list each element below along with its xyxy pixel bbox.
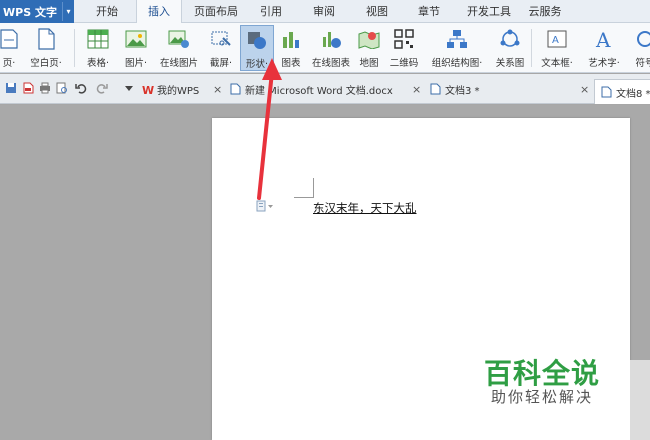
online-picture-label: 在线图片: [159, 58, 198, 69]
picture-icon: [124, 27, 148, 51]
tab-page-layout[interactable]: 页面布局: [188, 0, 244, 23]
screenshot-button[interactable]: 截屏·: [204, 25, 238, 71]
doc-tab-new-word[interactable]: 新建 Microsoft Word 文档.docx: [230, 80, 393, 98]
qr-code-button[interactable]: 二维码: [386, 25, 422, 71]
doc-tab-my-wps[interactable]: W 我的WPS: [142, 80, 199, 98]
export-pdf-icon[interactable]: [22, 82, 34, 94]
symbol-icon: [633, 27, 650, 51]
blank-page-button[interactable]: 空白页·: [24, 25, 68, 71]
blank-page-icon: [34, 27, 58, 51]
ribbon-separator: [74, 29, 75, 67]
screenshot-icon: [209, 27, 233, 51]
tab-review[interactable]: 审阅: [305, 0, 343, 23]
save-icon[interactable]: [5, 82, 17, 94]
shape-icon: [245, 28, 269, 52]
table-button[interactable]: 表格·: [80, 25, 116, 71]
print-icon[interactable]: [39, 82, 51, 94]
tab-insert[interactable]: 插入: [136, 0, 182, 24]
doc-tab-label: 文档3 *: [445, 85, 480, 97]
online-chart-label: 在线图表: [311, 58, 350, 69]
document-tab-bar: W 我的WPS × 新建 Microsoft Word 文档.docx × 文档…: [0, 74, 650, 104]
qr-code-icon: [392, 27, 416, 51]
relation-diagram-icon: [498, 27, 522, 51]
chart-button[interactable]: 图表: [278, 25, 304, 71]
ribbon-insert: 页· 空白页· 表格· 图片· 在线图片 截屏· 形状· 图表 在线图表 地图 …: [0, 23, 650, 73]
word-art-label: 艺术字·: [588, 58, 620, 69]
doc-tab-doc3[interactable]: 文档3 *: [430, 80, 480, 98]
tab-developer-tools[interactable]: 开发工具: [460, 0, 518, 23]
paste-options-icon[interactable]: [256, 200, 274, 212]
ribbon-separator: [531, 29, 532, 67]
svg-text:A: A: [552, 35, 559, 46]
undo-icon[interactable]: [75, 82, 87, 94]
doc-tab-doc8[interactable]: 文档8 *: [594, 79, 650, 104]
map-label: 地图: [359, 58, 379, 69]
menu-bar: WPS 文字 ▾ 开始 插入 页面布局 引用 审阅 视图 章节 开发工具 云服务: [0, 0, 650, 24]
map-icon: [357, 27, 381, 51]
app-menu-button[interactable]: WPS 文字 ▾: [0, 0, 74, 23]
relation-diagram-button[interactable]: 关系图: [492, 25, 528, 71]
redo-icon[interactable]: [96, 82, 108, 94]
close-tab-icon[interactable]: ×: [412, 83, 421, 96]
blank-page-label: 空白页·: [30, 58, 62, 69]
text-box-label: 文本框·: [541, 58, 573, 69]
online-picture-button[interactable]: 在线图片: [156, 25, 202, 71]
table-label: 表格·: [86, 58, 110, 69]
print-preview-icon[interactable]: [56, 82, 68, 94]
org-chart-label: 组织结构图·: [431, 58, 483, 69]
picture-button[interactable]: 图片·: [118, 25, 154, 71]
org-chart-button[interactable]: 组织结构图·: [426, 25, 488, 71]
svg-text:A: A: [595, 28, 611, 50]
tab-view[interactable]: 视图: [358, 0, 396, 23]
document-icon: [601, 86, 612, 98]
tab-chapter[interactable]: 章节: [410, 0, 448, 23]
online-picture-icon: [167, 27, 191, 51]
page-icon: [0, 27, 21, 51]
document-icon: [230, 83, 241, 95]
app-menu-dropdown-icon[interactable]: ▾: [62, 2, 74, 21]
quick-access-dropdown-icon[interactable]: [123, 82, 135, 94]
tab-cloud-service[interactable]: 云服务: [523, 0, 567, 23]
text-box-icon: A: [545, 27, 569, 51]
chart-icon: [279, 27, 303, 51]
relation-diagram-label: 关系图: [495, 58, 525, 69]
document-icon: [430, 83, 441, 95]
document-body-text[interactable]: 东汉末年，天下大乱: [313, 200, 417, 216]
doc-tab-label: 新建 Microsoft Word 文档.docx: [245, 85, 393, 97]
text-box-button[interactable]: A 文本框·: [535, 25, 579, 71]
picture-label: 图片·: [124, 58, 148, 69]
close-tab-icon[interactable]: ×: [580, 83, 589, 96]
scrollbar-track[interactable]: [630, 360, 650, 440]
close-tab-icon[interactable]: ×: [213, 83, 222, 96]
chart-label: 图表: [281, 58, 301, 69]
map-button[interactable]: 地图: [356, 25, 382, 71]
page-button[interactable]: 页·: [0, 25, 22, 71]
tab-home[interactable]: 开始: [82, 0, 132, 23]
watermark-subtitle: 助你轻松解决: [491, 388, 594, 406]
doc-tab-label: 我的WPS: [157, 85, 200, 97]
shape-label: 形状·: [245, 59, 269, 70]
online-chart-icon: [319, 27, 343, 51]
online-chart-button[interactable]: 在线图表: [308, 25, 354, 71]
word-art-button[interactable]: A 艺术字·: [582, 25, 626, 71]
page-margin-marker: [294, 178, 314, 198]
tab-references[interactable]: 引用: [252, 0, 290, 23]
shape-button[interactable]: 形状·: [240, 25, 274, 71]
symbol-button[interactable]: 符号: [630, 25, 650, 71]
word-art-icon: A: [592, 27, 616, 51]
svg-text:W: W: [142, 84, 154, 95]
table-icon: [86, 27, 110, 51]
app-title: WPS 文字: [3, 5, 57, 19]
screenshot-label: 截屏·: [209, 58, 233, 69]
doc-tab-label: 文档8 *: [616, 88, 650, 100]
org-chart-icon: [445, 27, 469, 51]
qr-code-label: 二维码: [389, 58, 419, 69]
wps-logo-icon: W: [142, 83, 154, 97]
page-button-label: 页·: [2, 58, 16, 69]
symbol-label: 符号: [635, 58, 650, 69]
